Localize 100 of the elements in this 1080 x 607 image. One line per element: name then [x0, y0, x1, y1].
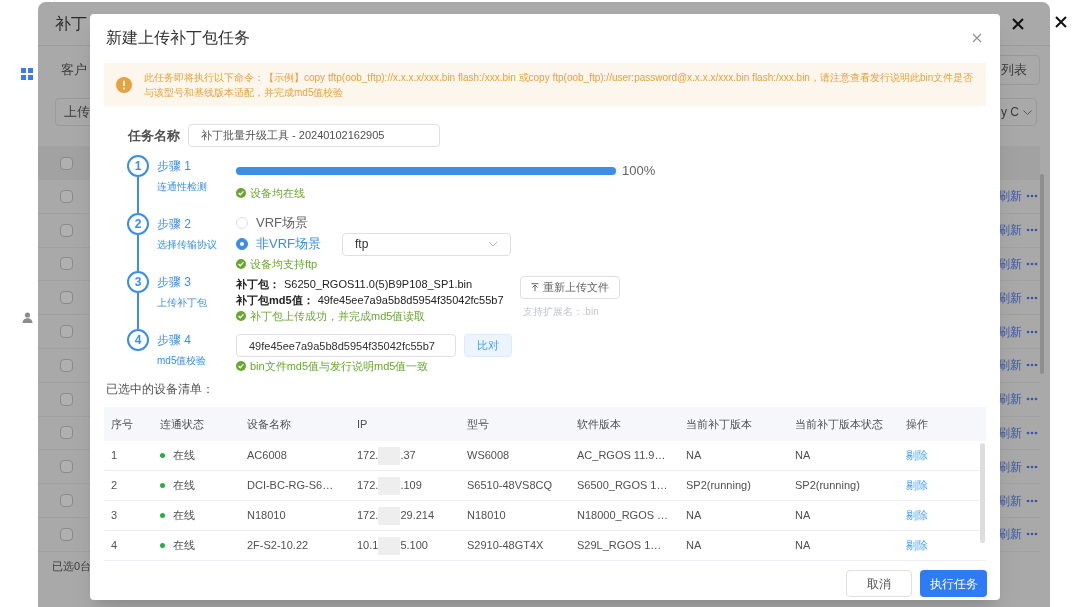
- ip-start: 172.: [357, 448, 379, 464]
- checkbox[interactable]: [60, 527, 73, 541]
- more-icon[interactable]: [1026, 532, 1038, 537]
- check-circle-icon: [236, 361, 246, 371]
- table-cell-text: 2F-S2-10.22: [246, 538, 310, 554]
- ip-start: 172.: [357, 478, 379, 494]
- scrollbar[interactable]: [980, 443, 985, 543]
- remove-link[interactable]: 剔除: [899, 477, 986, 494]
- table-cell-text: NA: [794, 448, 812, 464]
- checkbox[interactable]: [60, 223, 73, 237]
- ip-start: 172.: [357, 508, 379, 524]
- checkbox[interactable]: [60, 392, 73, 406]
- check-circle-icon: [236, 311, 246, 321]
- more-icon[interactable]: [1026, 262, 1038, 266]
- more-icon[interactable]: [1026, 228, 1038, 233]
- table-cell-text: N18010: [466, 508, 507, 524]
- compare-button[interactable]: 比对: [464, 334, 512, 357]
- step-number: 4: [127, 329, 149, 351]
- table-cell-text: SP2(running): [685, 478, 752, 494]
- success-message: 设备均在线: [250, 185, 305, 201]
- remove-link[interactable]: 剔除: [899, 537, 986, 554]
- checkbox[interactable]: [60, 189, 73, 203]
- field-label: 补丁包：: [236, 277, 280, 292]
- table-cell-text: S2910-48GT4X: [466, 538, 545, 554]
- alert-text: 此任务即将执行以下命令：【示例】copy tftp(oob_tftp)://x.x.x.x/xxx.bin flash:/xxx.bin 或copy ftp(oob_ftp)://user:password@x.x.x.x/xxx.bin flash:/xxx.bin，请注意查看发行说明此bin文件是否与该型号和基线版本适配，并完成md5值校验: [144, 70, 974, 100]
- remove-link[interactable]: 剔除: [899, 447, 986, 464]
- close-icon[interactable]: [1055, 16, 1067, 28]
- grid-icon[interactable]: [21, 68, 33, 80]
- field-label: 任务名称: [128, 126, 181, 145]
- selection-count: 已选0台: [52, 560, 92, 572]
- package-name: S6250_RGOS11.0(5)B9P108_SP1.bin: [284, 277, 473, 292]
- success-message: bin文件md5值与发行说明md5值一致: [250, 359, 429, 374]
- column-header: 连通状态: [159, 416, 205, 432]
- ip-end: 5.100: [400, 538, 428, 554]
- remove-link[interactable]: 剔除: [899, 507, 986, 524]
- column-header: 设备名称: [246, 416, 292, 432]
- chevron-icon: [488, 241, 498, 247]
- cancel-button[interactable]: 取消: [846, 570, 912, 597]
- ip-end: .109: [400, 478, 422, 494]
- check-circle-icon: [236, 187, 246, 198]
- md5-value: 49fe45ee7a9a5b8d5954f35042fc55b7: [317, 293, 504, 308]
- progress-percent: 100%: [622, 162, 656, 180]
- more-icon[interactable]: [1026, 397, 1038, 402]
- more-icon[interactable]: [1026, 295, 1038, 300]
- checkbox[interactable]: [60, 460, 73, 474]
- task-name-input[interactable]: 补丁批量升级工具 - 20240102162905: [188, 124, 440, 147]
- more-icon[interactable]: [1026, 194, 1038, 199]
- step-number: 3: [127, 271, 149, 293]
- table-cell-text: SP2(running): [794, 478, 861, 494]
- warning-icon: [116, 76, 132, 93]
- column-header: 序号: [110, 416, 134, 432]
- step-title: 步骤 1: [157, 158, 192, 175]
- checkbox[interactable]: [60, 358, 73, 372]
- table-cell-text: AC_RGOS 11.9…: [576, 448, 667, 464]
- table-cell-text: NA: [685, 448, 703, 464]
- table-cell-text: 3: [110, 508, 119, 524]
- step-subtitle: md5值校验: [157, 354, 208, 368]
- ip-start: 10.1: [357, 538, 379, 554]
- more-icon[interactable]: [1026, 363, 1038, 368]
- table-cell-text: AC6008: [246, 448, 288, 464]
- user-icon[interactable]: [21, 312, 33, 323]
- step-subtitle: 连通性检测: [157, 180, 208, 194]
- protocol-select[interactable]: ftp: [342, 232, 511, 256]
- step-title: 步骤 4: [157, 332, 192, 349]
- status-cell: 在线: [153, 507, 240, 524]
- ip-end: .37: [400, 448, 416, 464]
- md5-input[interactable]: 49fe45ee7a9a5b8d5954f35042fc55b7: [236, 334, 456, 357]
- status-cell: 在线: [153, 447, 240, 464]
- column-header: 当前补丁版本: [685, 416, 753, 432]
- status-cell: 在线: [153, 537, 240, 554]
- radio-option[interactable]: VRF场景: [236, 213, 322, 233]
- table-cell-text: S6510-48VS8CQ: [466, 478, 553, 494]
- table-cell-text: NA: [794, 508, 812, 524]
- status-cell: 在线: [153, 477, 240, 494]
- radio-option[interactable]: 非VRF场景: [236, 234, 322, 254]
- checkbox[interactable]: [60, 257, 73, 271]
- more-icon[interactable]: [1026, 464, 1038, 469]
- close-icon[interactable]: [1012, 17, 1024, 30]
- step-number: 1: [127, 155, 149, 177]
- checkbox[interactable]: [60, 426, 73, 440]
- table-cell-text: NA: [685, 508, 703, 524]
- more-icon[interactable]: [1026, 498, 1038, 503]
- table-cell-text: S6500_RGOS 1…: [576, 478, 669, 494]
- reupload-button[interactable]: 重新上传文件: [519, 276, 620, 299]
- list-title: 已选中的设备清单：: [106, 381, 214, 398]
- table-cell-text: S29L_RGOS 1…: [576, 538, 663, 554]
- checkbox[interactable]: [60, 156, 73, 170]
- step-title: 步骤 2: [157, 216, 192, 233]
- step-subtitle: 上传补丁包: [157, 296, 208, 310]
- checkbox[interactable]: [60, 325, 73, 339]
- table-cell-text: N18010: [246, 508, 287, 524]
- table-cell-text: DCI-BC-RG-S6…: [246, 478, 335, 494]
- more-icon[interactable]: [1026, 430, 1038, 435]
- checkbox[interactable]: [60, 494, 73, 508]
- chevron-icon: [1023, 109, 1032, 115]
- more-icon[interactable]: [1026, 329, 1038, 334]
- ip-end: 29.214: [400, 508, 435, 524]
- tab[interactable]: 客户: [61, 60, 87, 80]
- submit-button[interactable]: 执行任务: [920, 570, 987, 597]
- checkbox[interactable]: [60, 291, 73, 305]
